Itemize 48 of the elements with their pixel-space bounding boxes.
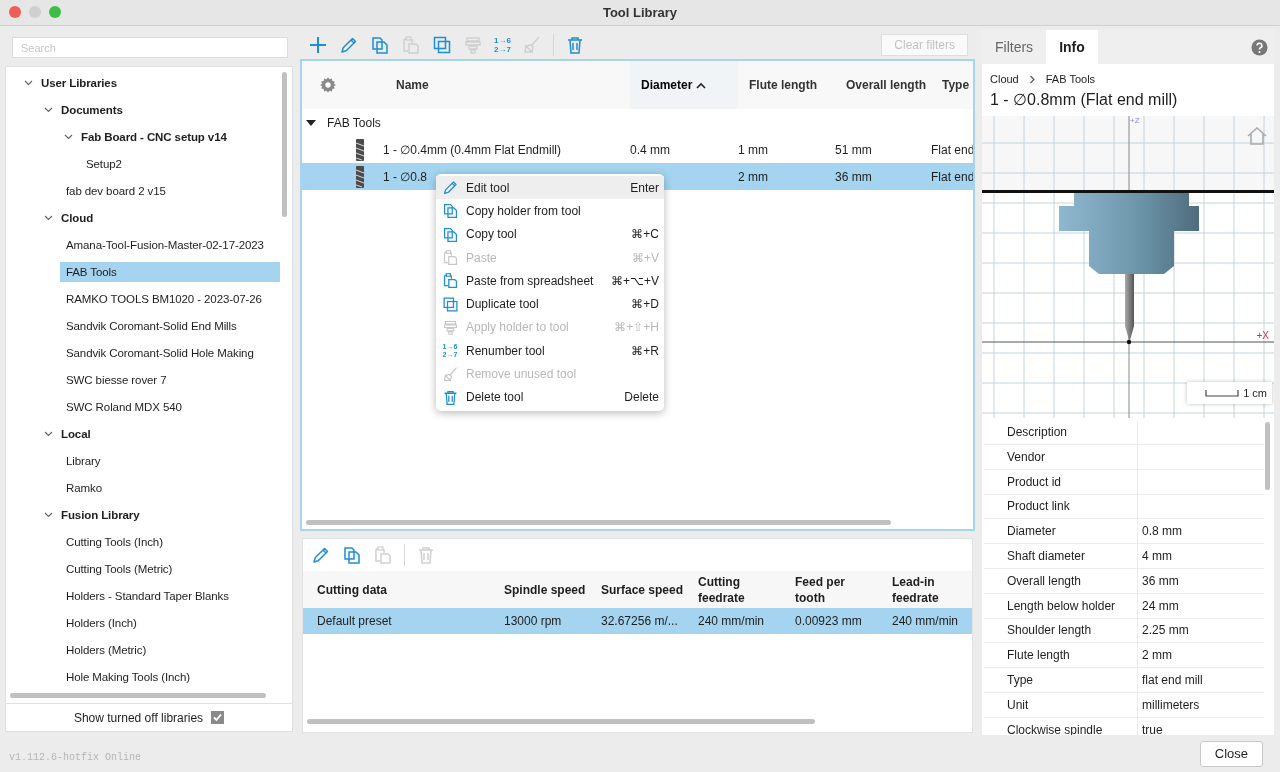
table-cell: 36 mm — [835, 169, 872, 184]
property-name: Type — [984, 667, 1138, 693]
property-name: Description — [984, 420, 1138, 445]
checkbox-label: Show turned off libraries — [73, 710, 204, 725]
axis-label: +Z — [1130, 116, 1140, 125]
property-name: Unit — [984, 692, 1138, 718]
table-cell: Default preset — [317, 614, 392, 628]
axis-label: +X — [1256, 330, 1269, 341]
property-name: Overall length — [984, 568, 1138, 594]
column-title: Diameter — [641, 78, 693, 92]
table-cell: 2 mm — [738, 169, 768, 184]
property-name: Product id — [984, 469, 1138, 495]
table-cell: 0.00923 mm — [795, 614, 862, 628]
property-value: true — [1142, 722, 1163, 735]
table-cell: 51 mm — [835, 142, 872, 157]
table-cell: Flat end — [931, 142, 973, 157]
property-value: 0.8 mm — [1142, 524, 1182, 539]
property-name: Flute length — [984, 643, 1138, 669]
column-title: Overall length — [846, 78, 927, 92]
property-name: Length below holder — [984, 593, 1138, 619]
table-cell: 13000 rpm — [504, 614, 562, 628]
property-name: Shoulder length — [984, 618, 1138, 644]
table-cell: 0.4 mm — [630, 142, 670, 157]
table-cell: 32.67256 m/... — [601, 614, 678, 628]
property-value: 2.25 mm — [1142, 623, 1189, 638]
scale-indicator: 1 cm — [1187, 382, 1272, 404]
window-title: Tool Library — [602, 5, 678, 20]
table-cell: 240 mm/min — [892, 614, 959, 628]
table-cell: 1 - ∅0.4mm (0.4mm Flat Endmill) — [383, 142, 562, 157]
property-value: 2 mm — [1142, 648, 1172, 663]
property-name: Product link — [984, 494, 1138, 520]
table-cell: 240 mm/min — [698, 614, 765, 628]
property-name: Vendor — [984, 444, 1138, 470]
property-value: 4 mm — [1142, 549, 1172, 563]
table-cell: Flat end — [931, 169, 973, 184]
property-name: Diameter — [984, 519, 1138, 545]
property-name: Shaft diameter — [984, 544, 1138, 569]
property-value: 24 mm — [1142, 598, 1179, 613]
column-title: Flute length — [749, 78, 817, 92]
property-value: 36 mm — [1142, 573, 1179, 588]
property-value: flat end mill — [1142, 672, 1203, 687]
group-label: FAB Tools — [327, 116, 381, 130]
column-title: Type — [942, 78, 970, 92]
property-value: millimeters — [1142, 697, 1200, 712]
table-cell: 1 - ∅0.8 — [383, 169, 428, 184]
tool-title: 1 - ∅0.8mm (Flat end mill) — [989, 90, 1179, 110]
table-cell: 1 mm — [738, 142, 768, 157]
column-title: Name — [396, 78, 429, 92]
